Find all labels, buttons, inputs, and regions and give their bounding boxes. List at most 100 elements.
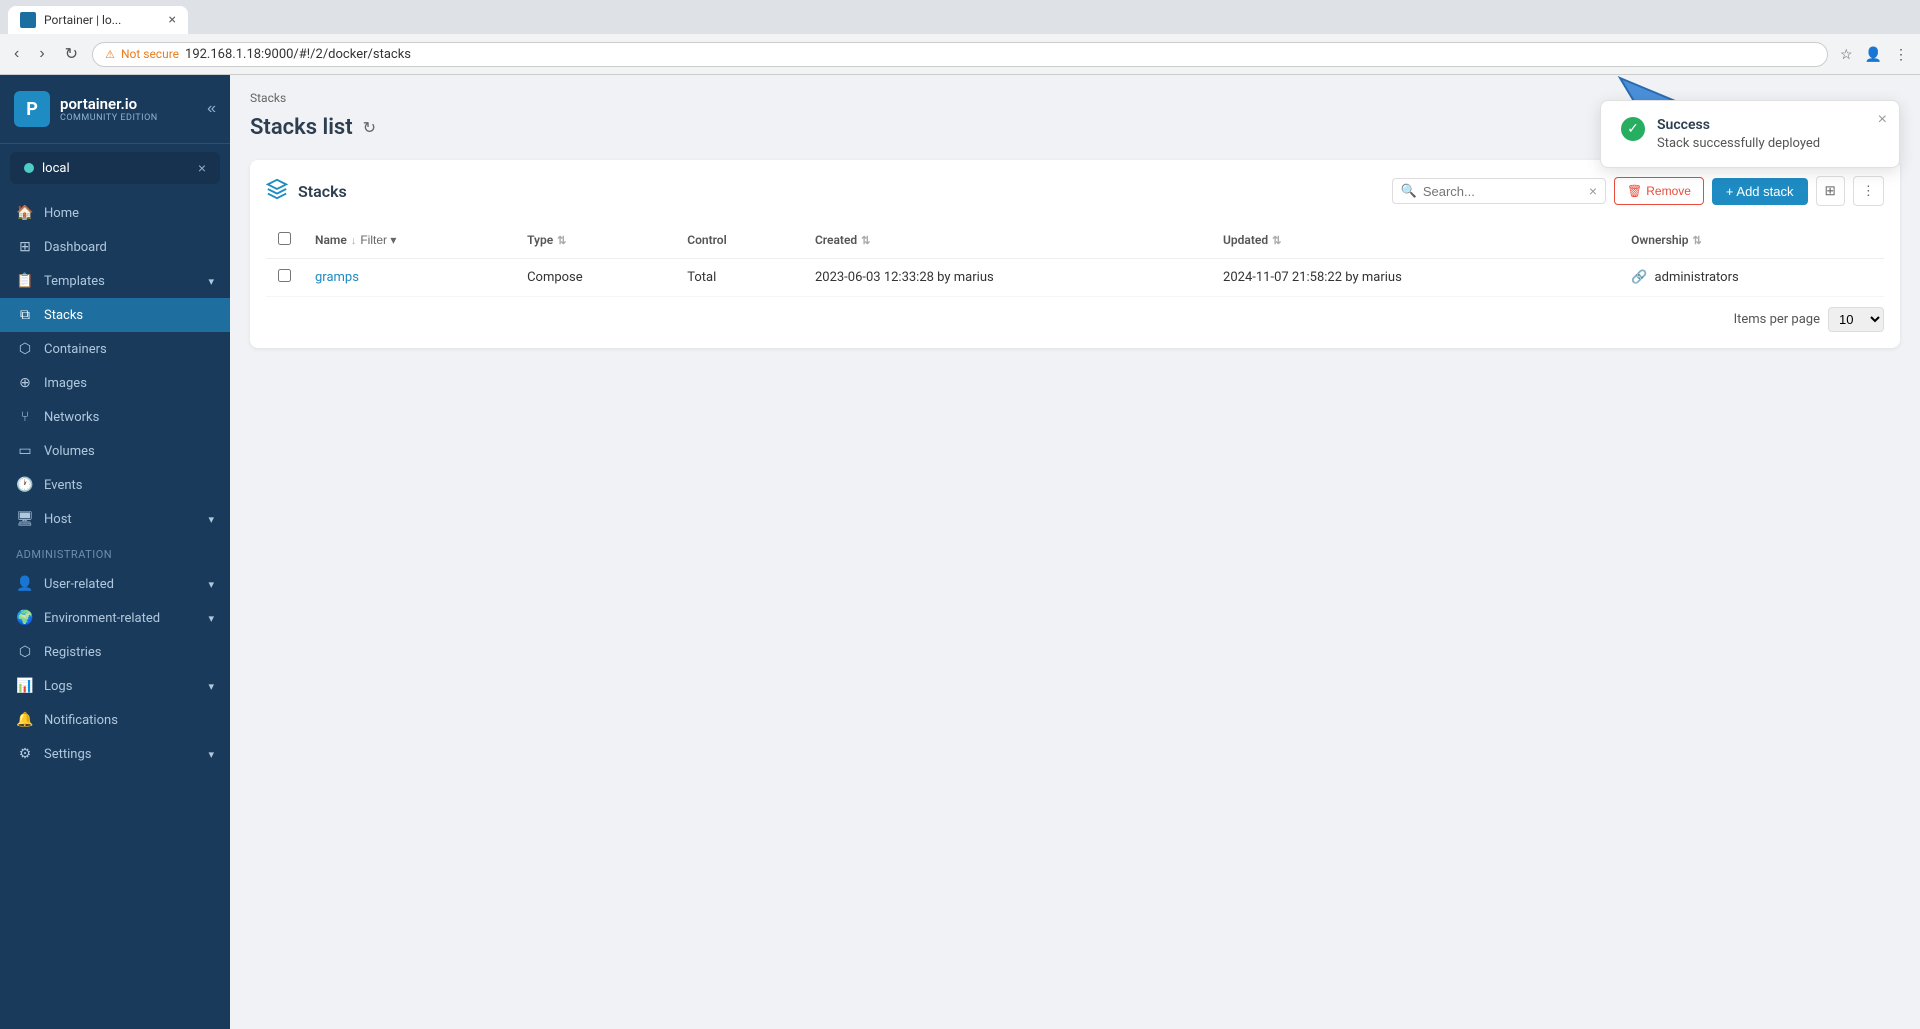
stacks-table: Name ↓ Filter ▾ Type ⇅ Control [266, 222, 1884, 297]
row-ownership: 🔗 administrators [1619, 259, 1884, 297]
environment-related-icon: 🌍 [16, 610, 34, 626]
main-content: Stacks Stacks list ↻ Stacks 🔍 [230, 75, 1920, 1029]
updated-sort-icon: ⇅ [1272, 234, 1281, 247]
forward-button[interactable]: › [33, 41, 50, 67]
row-checkbox[interactable] [278, 269, 291, 282]
toast-success-icon: ✓ [1621, 117, 1645, 141]
sidebar-item-templates[interactable]: 📋 Templates ▾ [0, 264, 230, 298]
sidebar-item-logs-label: Logs [44, 679, 72, 694]
sidebar-item-stacks[interactable]: ⧉ Stacks [0, 298, 230, 332]
add-stack-label: + Add stack [1726, 184, 1794, 199]
security-label: Not secure [121, 47, 179, 61]
containers-icon: ⬡ [16, 341, 34, 357]
more-options-button[interactable]: ⋮ [1853, 176, 1884, 206]
settings-icon: ⚙ [16, 746, 34, 762]
tab-favicon [20, 12, 36, 28]
remove-button[interactable]: 🗑 Remove [1614, 177, 1704, 205]
back-button[interactable]: ‹ [8, 41, 25, 67]
sidebar-navigation: 🏠 Home ⊞ Dashboard 📋 Templates ▾ ⧉ Stack… [0, 192, 230, 1029]
bookmark-button[interactable]: ☆ [1836, 42, 1857, 67]
search-input[interactable] [1423, 184, 1583, 199]
sidebar-item-settings-label: Settings [44, 747, 91, 762]
pagination-footer: Items per page 10 25 50 100 [266, 297, 1884, 332]
stacks-table-body: gramps Compose Total 2023-06-03 12:33:28… [266, 259, 1884, 297]
select-all-checkbox[interactable] [278, 232, 291, 245]
active-tab[interactable]: Portainer | lo... × [8, 6, 188, 34]
notifications-icon: 🔔 [16, 712, 34, 728]
created-sort-icon: ⇅ [861, 234, 870, 247]
events-icon: 🕐 [16, 477, 34, 493]
environment-selector[interactable]: local × [10, 152, 220, 184]
remove-label: Remove [1646, 184, 1691, 198]
sidebar-item-dashboard[interactable]: ⊞ Dashboard [0, 230, 230, 264]
logo-icon: P [14, 91, 50, 127]
sidebar-item-host[interactable]: 🖥 Host ▾ [0, 502, 230, 536]
table-header: Name ↓ Filter ▾ Type ⇅ Control [266, 222, 1884, 259]
sidebar-item-notifications[interactable]: 🔔 Notifications [0, 703, 230, 737]
row-name: gramps [303, 259, 515, 297]
sidebar-item-containers[interactable]: ⬡ Containers [0, 332, 230, 366]
sidebar: P portainer.io COMMUNITY EDITION « local… [0, 75, 230, 1029]
toast-message: Stack successfully deployed [1657, 136, 1820, 151]
sidebar-item-environment-related-label: Environment-related [44, 611, 160, 626]
row-created: 2023-06-03 12:33:28 by marius [803, 259, 1211, 297]
sidebar-item-settings[interactable]: ⚙ Settings ▾ [0, 737, 230, 771]
column-created: Created ⇅ [803, 222, 1211, 259]
sidebar-item-volumes-label: Volumes [44, 444, 95, 459]
column-ownership: Ownership ⇅ [1619, 222, 1884, 259]
sidebar-item-images-label: Images [44, 376, 87, 391]
search-box[interactable]: 🔍 × [1392, 178, 1606, 204]
stacks-card-icon [266, 178, 288, 205]
sidebar-item-networks[interactable]: ⑂ Networks [0, 400, 230, 434]
search-clear-button[interactable]: × [1589, 183, 1597, 199]
sidebar-item-logs[interactable]: 📊 Logs ▾ [0, 669, 230, 703]
toast-title: Success [1657, 117, 1820, 133]
sidebar-item-containers-label: Containers [44, 342, 107, 357]
toast-container: ✓ Success Stack successfully deployed × [1600, 100, 1900, 168]
sidebar-item-volumes[interactable]: ▭ Volumes [0, 434, 230, 468]
stack-name-link[interactable]: gramps [315, 270, 359, 285]
reload-button[interactable]: ↻ [59, 40, 84, 68]
ownership-sort-icon: ⇅ [1693, 234, 1702, 247]
logs-icon: 📊 [16, 678, 34, 694]
profile-button[interactable]: 👤 [1861, 42, 1886, 67]
page-title: Stacks list [250, 115, 353, 140]
column-name: Name ↓ Filter ▾ [303, 222, 515, 259]
sidebar-item-templates-label: Templates [44, 274, 105, 289]
sidebar-item-environment-related[interactable]: 🌍 Environment-related ▾ [0, 601, 230, 635]
settings-chevron-icon: ▾ [208, 748, 214, 761]
url-display: 192.168.1.18:9000/#!/2/docker/stacks [185, 47, 1815, 62]
env-close-button[interactable]: × [198, 160, 206, 176]
toast-close-button[interactable]: × [1878, 111, 1887, 129]
templates-icon: 📋 [16, 273, 34, 289]
success-toast: ✓ Success Stack successfully deployed × [1600, 100, 1900, 168]
dashboard-icon: ⊞ [16, 239, 34, 255]
sidebar-collapse-button[interactable]: « [207, 100, 216, 118]
sidebar-item-images[interactable]: ⊕ Images [0, 366, 230, 400]
logs-chevron-icon: ▾ [208, 680, 214, 693]
view-toggle-button[interactable]: ⊞ [1816, 176, 1845, 206]
sidebar-item-registries[interactable]: ⬡ Registries [0, 635, 230, 669]
sidebar-item-stacks-label: Stacks [44, 308, 83, 323]
images-icon: ⊕ [16, 375, 34, 391]
sidebar-item-home[interactable]: 🏠 Home [0, 196, 230, 230]
logo-text: portainer.io COMMUNITY EDITION [60, 95, 158, 123]
sidebar-item-user-related-label: User-related [44, 577, 114, 592]
sidebar-item-user-related[interactable]: 👤 User-related ▾ [0, 567, 230, 601]
address-bar[interactable]: ⚠ Not secure 192.168.1.18:9000/#!/2/dock… [92, 42, 1828, 67]
templates-chevron-icon: ▾ [208, 275, 214, 288]
add-stack-button[interactable]: + Add stack [1712, 178, 1808, 205]
sidebar-item-events[interactable]: 🕐 Events [0, 468, 230, 502]
search-icon: 🔍 [1401, 184, 1417, 199]
browser-tabs: Portainer | lo... × [8, 6, 1912, 34]
items-per-page-select[interactable]: 10 25 50 100 [1828, 307, 1884, 332]
refresh-button[interactable]: ↻ [363, 118, 376, 138]
row-updated: 2024-11-07 21:58:22 by marius [1211, 259, 1619, 297]
sidebar-logo: P portainer.io COMMUNITY EDITION « [0, 75, 230, 144]
row-checkbox-cell [266, 259, 303, 297]
card-actions: 🔍 × 🗑 Remove + Add stack ⊞ ⋮ [1392, 176, 1884, 206]
sidebar-item-events-label: Events [44, 478, 82, 493]
name-filter-button[interactable]: Filter ▾ [360, 233, 396, 247]
menu-button[interactable]: ⋮ [1890, 42, 1912, 67]
tab-close-button[interactable]: × [169, 12, 176, 28]
